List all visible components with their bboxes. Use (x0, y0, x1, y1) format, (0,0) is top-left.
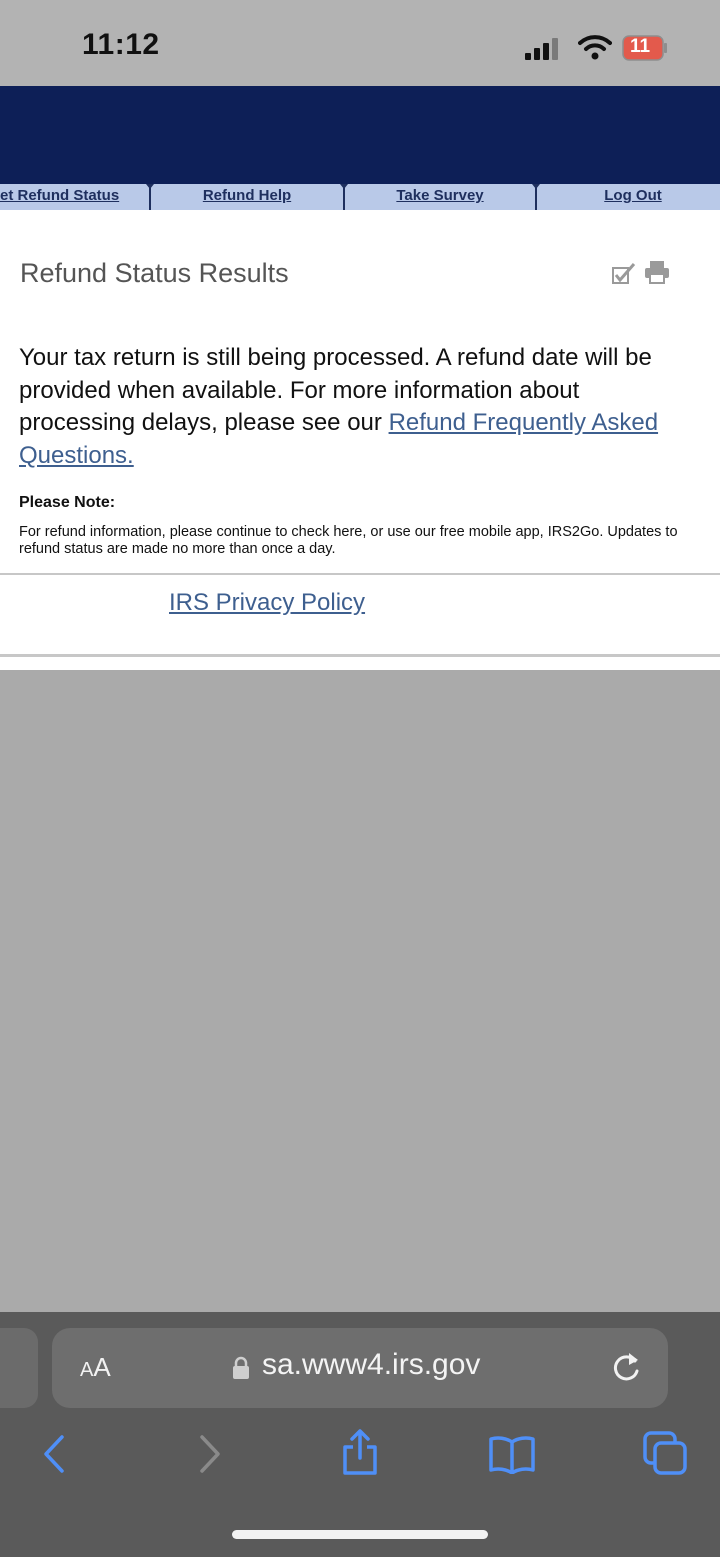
nav-log-out[interactable]: Log Out (540, 184, 720, 210)
text-size-small-label: A (80, 1359, 94, 1381)
nav-separator (340, 184, 348, 210)
status-time: 11:12 (82, 28, 160, 61)
note-heading: Please Note: (19, 494, 116, 511)
battery-icon: 11 (622, 35, 668, 61)
checkmark-icon[interactable] (612, 262, 636, 284)
text-size-button[interactable]: AA (80, 1352, 111, 1383)
bookmarks-icon[interactable] (488, 1434, 536, 1474)
forward-icon[interactable] (196, 1434, 224, 1474)
privacy-policy-link[interactable]: IRS Privacy Policy (169, 589, 365, 617)
battery-level: 11 (630, 36, 651, 57)
home-indicator[interactable] (232, 1530, 488, 1539)
site-header-banner (0, 86, 720, 184)
page-title: Refund Status Results (20, 258, 289, 288)
reload-icon[interactable] (610, 1350, 642, 1384)
tabs-icon[interactable] (642, 1430, 688, 1476)
nav-get-refund-status[interactable]: et Refund Status (0, 184, 146, 210)
nav-take-survey[interactable]: Take Survey (348, 184, 532, 210)
nav-bar: et Refund Status Refund Help Take Survey… (0, 184, 720, 212)
cellular-signal-icon (525, 38, 558, 60)
divider (0, 654, 720, 657)
nav-separator (532, 184, 540, 210)
lock-icon (233, 1356, 249, 1379)
wifi-icon (578, 35, 612, 60)
nav-separator (146, 184, 154, 210)
url-text[interactable]: sa.www4.irs.gov (262, 1348, 480, 1382)
share-icon[interactable] (340, 1428, 380, 1476)
note-text: For refund information, please continue … (19, 524, 678, 557)
nav-refund-help[interactable]: Refund Help (154, 184, 340, 210)
previous-tab-preview[interactable] (0, 1328, 38, 1408)
status-message: Your tax return is still being processed… (19, 342, 679, 472)
back-icon[interactable] (40, 1434, 68, 1474)
print-icon[interactable] (644, 260, 670, 284)
divider (0, 573, 720, 575)
text-size-large-label: A (93, 1352, 111, 1382)
